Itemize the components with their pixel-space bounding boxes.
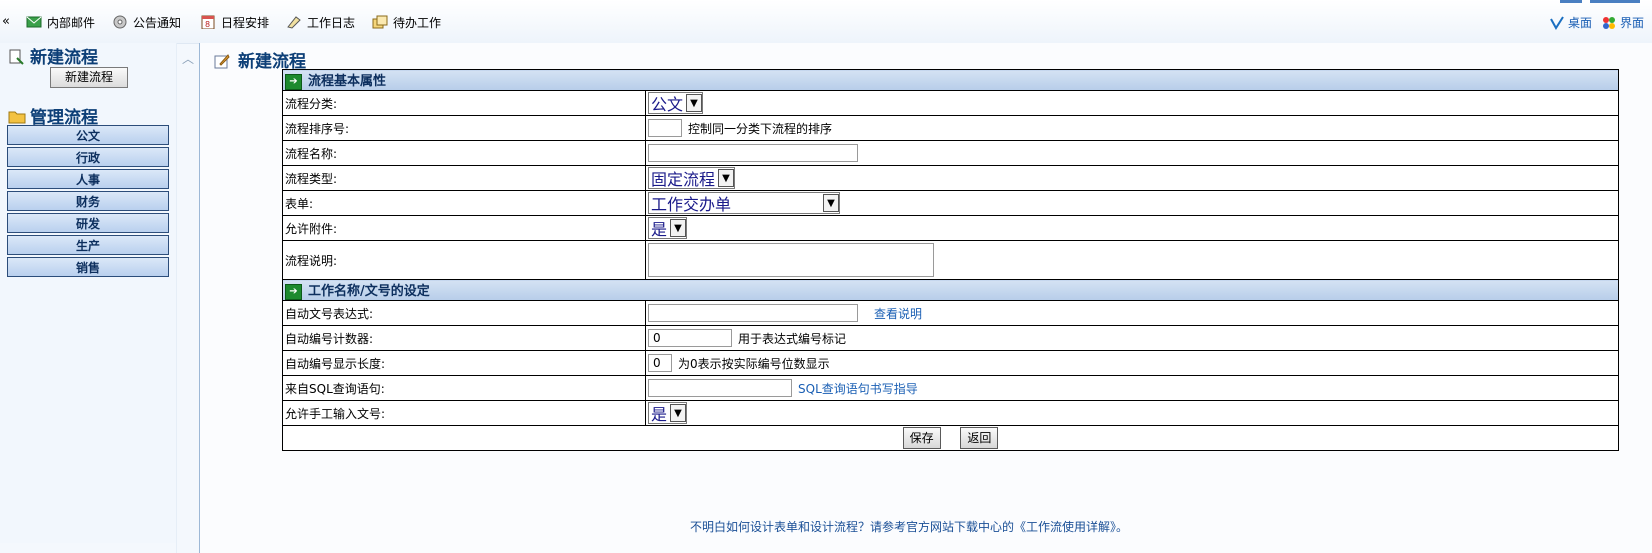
announce-icon [112,15,128,29]
chevron-down-icon: ▼ [823,194,839,212]
theme-icon [1602,16,1618,30]
edit-icon [214,53,230,68]
new-flow-button[interactable]: 新建流程 [50,67,128,88]
counter-input[interactable]: 0 [648,329,732,347]
form-row: 表单: 工作交办单 ▼ [282,190,1619,216]
toolbar-schedule[interactable]: 8 日程安排 [200,13,269,31]
category-select[interactable]: 公文 ▼ [648,92,704,114]
order-label: 流程排序号: [282,115,646,141]
chevron-down-icon: ▼ [670,404,687,422]
form-row: 自动文号表达式: 查看说明 [282,300,1619,326]
sidebar-item-production[interactable]: 生产 [7,235,169,255]
sidebar-item-hr[interactable]: 人事 [7,169,169,189]
collapse-sidebar-icon[interactable]: ︿ [182,50,194,67]
sql-input[interactable] [648,379,792,397]
svg-text:8: 8 [205,20,210,29]
sidebar-item-sales[interactable]: 销售 [7,257,169,277]
counter-hint: 用于表达式编号标记 [738,331,847,346]
toolbar-announcements[interactable]: 公告通知 [112,13,181,31]
manual-input-select[interactable]: 是 ▼ [648,402,688,424]
form-row: 允许手工输入文号: 是 ▼ [282,400,1619,426]
toolbar-item-label: 待办工作 [393,15,442,30]
toolbar-work-log[interactable]: 工作日志 [286,13,355,31]
sidebar-item-rnd[interactable]: 研发 [7,213,169,233]
flow-type-select[interactable]: 固定流程 ▼ [648,167,736,189]
log-icon [286,15,302,29]
form-actions-row: 保存 返回 [282,425,1619,451]
form-row: 流程分类: 公文 ▼ [282,90,1619,116]
top-tab-indicator [1590,0,1640,3]
counter-label: 自动编号计数器: [282,325,646,351]
form-row: 自动编号计数器: 0 用于表达式编号标记 [282,325,1619,351]
flow-name-input[interactable] [648,144,858,162]
manual-label: 允许手工输入文号: [282,400,646,426]
chevron-down-icon: ▼ [670,219,687,237]
length-input[interactable]: 0 [648,354,672,372]
view-explanation-link[interactable]: 查看说明 [874,307,922,321]
form-row: 自动编号显示长度: 0 为0表示按实际编号位数显示 [282,350,1619,376]
desc-label: 流程说明: [282,240,646,280]
arrow-right-icon: ➔ [285,283,302,300]
expr-label: 自动文号表达式: [282,300,646,326]
collapse-arrows-icon[interactable]: « [2,14,10,29]
sidebar-item-administration[interactable]: 行政 [7,147,169,167]
toolbar-item-label: 工作日志 [307,15,356,30]
toolbar-todo[interactable]: 待办工作 [372,13,441,31]
new-flow-heading: 新建流程 [8,43,98,68]
folder-icon [8,109,26,123]
length-label: 自动编号显示长度: [282,350,646,376]
arrow-right-icon: ➔ [285,73,302,90]
section-header-basic: ➔ 流程基本属性 [282,69,1619,91]
theme-link[interactable]: 界面 [1602,14,1644,31]
todo-icon [372,15,388,29]
length-hint: 为0表示按实际编号位数显示 [678,356,830,371]
sql-label: 来自SQL查询语句: [282,375,646,401]
sidebar: 新建流程 新建流程 管理流程 公文 行政 人事 财务 研发 生产 销售 [0,43,176,543]
save-button[interactable]: 保存 [902,427,941,449]
new-document-icon [8,49,24,65]
flow-description-textarea[interactable] [648,243,934,277]
doc-expression-input[interactable] [648,304,858,322]
type-label: 流程类型: [282,165,646,191]
chevron-down-icon: ▼ [686,94,703,112]
mail-icon [26,15,42,29]
name-label: 流程名称: [282,140,646,166]
main-content: 新建流程 ➔ 流程基本属性 流程分类: 公文 ▼ 流程排序号: 控制同一分类下流程的… [200,43,1652,553]
desktop-link[interactable]: 桌面 [1550,14,1592,31]
form-select[interactable]: 工作交办单 ▼ [648,192,840,214]
back-button[interactable]: 返回 [960,427,999,449]
top-toolbar: « 内部邮件 公告通知 8 日程安排 工作日志 待办工作 桌面 界面 [0,0,1652,44]
flow-form-table: ➔ 流程基本属性 流程分类: 公文 ▼ 流程排序号: 控制同一分类下流程的排序 流程… [282,69,1619,451]
attach-label: 允许附件: [282,215,646,241]
sql-guide-link[interactable]: SQL查询语句书写指导 [798,382,918,396]
form-row: 流程名称: [282,140,1619,166]
attach-select[interactable]: 是 ▼ [648,217,688,239]
toolbar-internal-mail[interactable]: 内部邮件 [26,13,95,31]
toolbar-item-label: 内部邮件 [47,15,96,30]
form-row: 流程排序号: 控制同一分类下流程的排序 [282,115,1619,141]
sidebar-item-finance[interactable]: 财务 [7,191,169,211]
category-label: 流程分类: [282,90,646,116]
desktop-icon [1550,15,1566,30]
order-hint: 控制同一分类下流程的排序 [688,121,833,136]
toolbar-item-label: 公告通知 [133,15,182,30]
calendar-icon: 8 [200,15,216,29]
sidebar-edge [176,43,177,553]
form-row: 流程类型: 固定流程 ▼ [282,165,1619,191]
form-row: 流程说明: [282,240,1619,280]
form-label: 表单: [282,190,646,216]
toolbar-item-label: 日程安排 [221,15,270,30]
form-row: 来自SQL查询语句: SQL查询语句书写指导 [282,375,1619,401]
sidebar-item-official-docs[interactable]: 公文 [7,125,169,145]
chevron-down-icon: ▼ [718,169,735,187]
help-footer-text: 不明白如何设计表单和设计流程？请参考官方网站下载中心的《工作流使用详解》。 [690,520,1129,534]
order-input[interactable] [648,119,682,137]
form-row: 允许附件: 是 ▼ [282,215,1619,241]
section-header-doc-number: ➔ 工作名称/文号的设定 [282,279,1619,301]
top-tab-indicator [1560,0,1582,3]
